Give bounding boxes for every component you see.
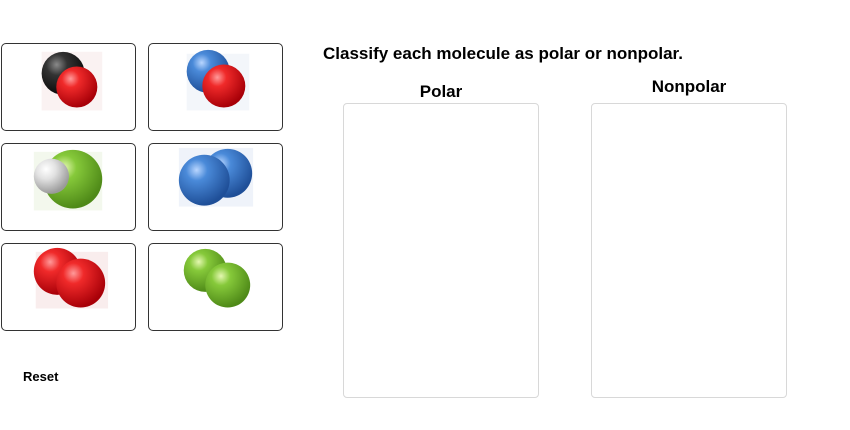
oxygen-molecule-icon	[33, 247, 109, 309]
nonpolar-drop-zone[interactable]	[591, 103, 787, 398]
polar-bin-label: Polar	[419, 82, 463, 101]
molecule-card-cl2[interactable]	[148, 243, 283, 331]
nonpolar-bin-label: Nonpolar	[651, 77, 727, 96]
molecule-card-no[interactable]	[148, 43, 283, 131]
molecule-card-o2[interactable]	[1, 243, 136, 331]
molecule-card-hcl[interactable]	[1, 143, 136, 231]
nitric-oxide-molecule-icon	[186, 49, 250, 111]
chlorine-molecule-icon	[183, 248, 251, 308]
polar-drop-zone[interactable]	[343, 103, 539, 398]
carbon-monoxide-molecule-icon	[41, 51, 103, 111]
instruction-text: Classify each molecule as polar or nonpo…	[323, 44, 683, 63]
molecule-card-n2[interactable]	[148, 143, 283, 231]
reset-button[interactable]: Reset	[23, 369, 58, 384]
molecule-card-co[interactable]	[1, 43, 136, 131]
hydrogen-chloride-molecule-icon	[33, 149, 103, 211]
nitrogen-molecule-icon	[178, 147, 254, 207]
